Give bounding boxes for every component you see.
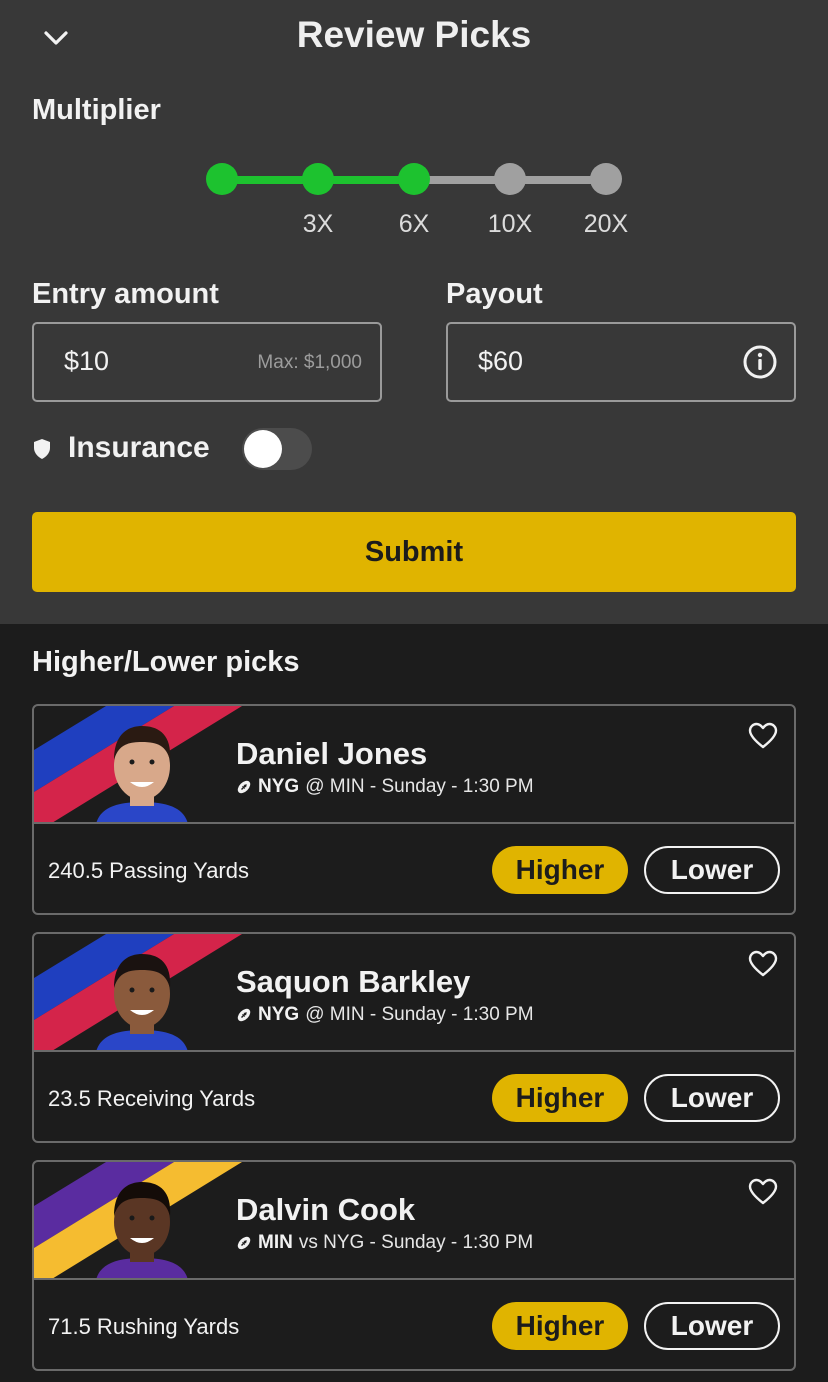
- header: Review Picks: [0, 0, 828, 76]
- multiplier-step-label: 6X: [398, 210, 430, 238]
- player-avatar: [96, 726, 188, 822]
- heart-icon[interactable]: [748, 1178, 778, 1206]
- pick-card-header: Daniel Jones NYG @ MIN - Sunday - 1:30 P…: [34, 706, 794, 824]
- player-avatar: [96, 954, 188, 1050]
- pick-card: Saquon Barkley NYG @ MIN - Sunday - 1:30…: [32, 932, 796, 1143]
- heart-icon[interactable]: [748, 722, 778, 750]
- player-team: MIN: [258, 1232, 293, 1253]
- player-avatar: [96, 1182, 188, 1278]
- pick-card-header: Saquon Barkley NYG @ MIN - Sunday - 1:30…: [34, 934, 794, 1052]
- player-name: Daniel Jones: [236, 736, 428, 771]
- higher-button[interactable]: Higher: [492, 846, 628, 894]
- payout-value: $60: [478, 346, 524, 376]
- multiplier-step-label: 20X: [583, 210, 629, 238]
- football-icon: [237, 780, 251, 794]
- multiplier-step-10x[interactable]: [494, 163, 526, 195]
- game-details: vs NYG - Sunday - 1:30 PM: [298, 1232, 534, 1253]
- higher-button[interactable]: Higher: [492, 1074, 628, 1122]
- entry-amount-label: Entry amount: [32, 278, 219, 310]
- multiplier-step-6x[interactable]: [398, 163, 430, 195]
- player-name: Saquon Barkley: [236, 964, 471, 999]
- payout-field: $60: [446, 322, 796, 402]
- matchup-info: NYG @ MIN - Sunday - 1:30 PM: [236, 776, 534, 798]
- submit-button[interactable]: Submit: [32, 512, 796, 592]
- multiplier-step-labels: 3X 6X 10X 20X: [206, 210, 629, 242]
- stat-line: 240.5 Passing Yards: [48, 858, 249, 883]
- multiplier-step-base[interactable]: [206, 163, 238, 195]
- info-icon[interactable]: [742, 344, 778, 380]
- multiplier-step-label: 10X: [487, 210, 533, 238]
- pick-card-body: 240.5 Passing Yards Higher Lower: [34, 826, 794, 913]
- toggle-knob: [244, 430, 282, 468]
- stat-line: 23.5 Receiving Yards: [48, 1086, 256, 1111]
- multiplier-label: Multiplier: [32, 94, 161, 126]
- picks-section-title: Higher/Lower picks: [32, 646, 300, 678]
- review-panel: Review Picks Multiplier 3X 6X 10X 20X Entry…: [0, 0, 828, 624]
- football-icon: [237, 1008, 251, 1022]
- game-details: @ MIN - Sunday - 1:30 PM: [305, 776, 534, 797]
- player-team: NYG: [258, 776, 300, 797]
- matchup-info: MIN vs NYG - Sunday - 1:30 PM: [236, 1232, 533, 1254]
- pick-card-body: 23.5 Receiving Yards Higher Lower: [34, 1054, 794, 1141]
- matchup-info: NYG @ MIN - Sunday - 1:30 PM: [236, 1004, 534, 1026]
- multiplier-stepper[interactable]: [206, 163, 622, 197]
- page-title: Review Picks: [296, 14, 532, 55]
- payout-label: Payout: [446, 278, 543, 310]
- stat-line: 71.5 Rushing Yards: [48, 1314, 240, 1339]
- football-icon: [237, 1236, 251, 1250]
- pick-card-body: 71.5 Rushing Yards Higher Lower: [34, 1282, 794, 1369]
- pick-card-header: Dalvin Cook MIN vs NYG - Sunday - 1:30 P…: [34, 1162, 794, 1280]
- insurance-label: Insurance: [68, 431, 210, 464]
- multiplier-step-3x[interactable]: [302, 163, 334, 195]
- pick-card: Daniel Jones NYG @ MIN - Sunday - 1:30 P…: [32, 704, 796, 915]
- shield-icon: [34, 439, 50, 459]
- max-entry-hint: Max: $1,000: [257, 352, 362, 373]
- pick-card: Dalvin Cook MIN vs NYG - Sunday - 1:30 P…: [32, 1160, 796, 1371]
- heart-icon[interactable]: [748, 950, 778, 978]
- player-name: Dalvin Cook: [236, 1192, 416, 1227]
- insurance-row: Insurance: [32, 424, 332, 474]
- game-details: @ MIN - Sunday - 1:30 PM: [305, 1004, 534, 1025]
- insurance-toggle[interactable]: [242, 428, 312, 470]
- lower-button[interactable]: Lower: [644, 846, 780, 894]
- multiplier-step-20x[interactable]: [590, 163, 622, 195]
- higher-button[interactable]: Higher: [492, 1302, 628, 1350]
- player-team: NYG: [258, 1004, 300, 1025]
- lower-button[interactable]: Lower: [644, 1074, 780, 1122]
- entry-amount-field[interactable]: Max: $1,000: [32, 322, 382, 402]
- multiplier-step-label: 3X: [302, 210, 334, 238]
- entry-amount-input[interactable]: [64, 346, 244, 377]
- lower-button[interactable]: Lower: [644, 1302, 780, 1350]
